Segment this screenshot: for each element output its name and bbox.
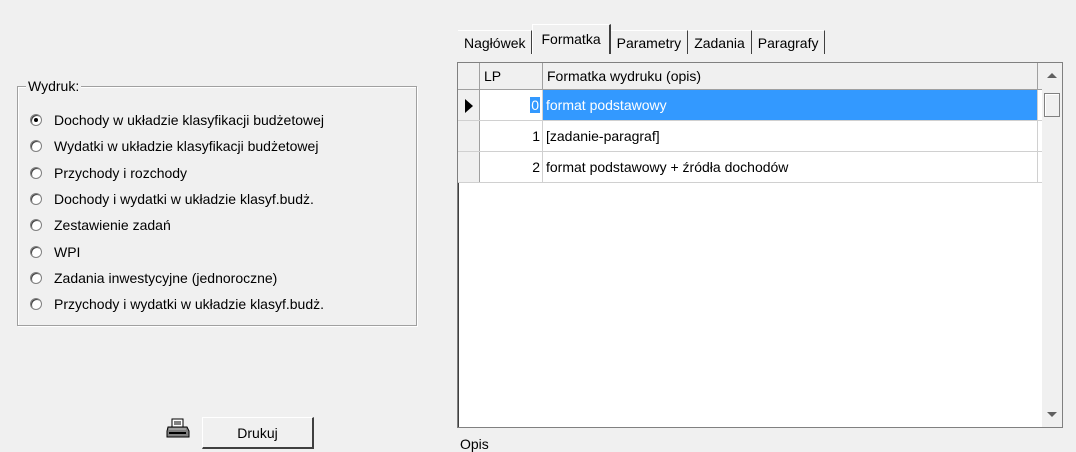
radio-button[interactable] bbox=[30, 298, 42, 311]
radio-label: Dochody w układzie klasyfikacji budżetow… bbox=[54, 112, 325, 129]
table-row[interactable]: 0 format podstawowy bbox=[458, 90, 1062, 121]
radio-label: Przychody i wydatki w układzie klasyf.bu… bbox=[54, 296, 324, 313]
radio-label: Zadania inwestycyjne (jednoroczne) bbox=[54, 269, 278, 286]
print-button-label: Drukuj bbox=[237, 425, 278, 441]
radio-button[interactable] bbox=[30, 193, 42, 206]
row-indicator bbox=[458, 90, 480, 120]
radio-button[interactable] bbox=[30, 166, 42, 179]
row-indicator bbox=[458, 121, 480, 151]
cell-lp-value: 2 bbox=[532, 159, 540, 175]
radio-label: Dochody i wydatki w układzie klasyf.budż… bbox=[54, 191, 314, 208]
radio-option[interactable]: Zestawienie zadań bbox=[30, 212, 324, 238]
scroll-up-icon[interactable] bbox=[1047, 73, 1057, 78]
radio-option[interactable]: Przychody i rozchody bbox=[30, 160, 324, 186]
radio-button[interactable] bbox=[30, 245, 42, 258]
cell-lp[interactable]: 1 bbox=[480, 121, 543, 151]
cell-lp-value: 1 bbox=[532, 128, 540, 144]
radio-label: Zestawienie zadań bbox=[54, 217, 171, 234]
radio-option[interactable]: Przychody i wydatki w układzie klasyf.bu… bbox=[30, 291, 324, 317]
grid-header: LP Formatka wydruku (opis) bbox=[458, 63, 1062, 90]
tab-zadania[interactable]: Zadania bbox=[688, 30, 752, 54]
table-row[interactable]: 1 [zadanie-paragraf] bbox=[458, 121, 1062, 152]
print-type-group: Wydruk: Dochody w układzie klasyfikacji … bbox=[17, 78, 417, 326]
tab-parametry[interactable]: Parametry bbox=[610, 30, 689, 54]
group-title: Wydruk: bbox=[26, 78, 82, 94]
radio-button[interactable] bbox=[30, 140, 42, 153]
radio-label: WPI bbox=[54, 243, 81, 260]
tab-strip: Nagłówek Formatka Parametry Zadania Para… bbox=[458, 22, 826, 54]
row-indicator bbox=[458, 152, 480, 182]
radio-label: Wydatki w układzie klasyfikacji budżetow… bbox=[54, 138, 319, 155]
cell-desc[interactable]: format podstawowy bbox=[543, 90, 1038, 120]
print-button[interactable]: Drukuj bbox=[202, 417, 314, 449]
cell-lp-value: 0 bbox=[530, 97, 540, 113]
tab-formatka[interactable]: Formatka bbox=[532, 24, 611, 54]
table-row[interactable]: 2 format podstawowy + źródła dochodów bbox=[458, 152, 1062, 183]
radio-option[interactable]: Dochody i wydatki w układzie klasyf.budż… bbox=[30, 186, 324, 212]
header-indicator bbox=[458, 63, 480, 89]
tab-paragrafy[interactable]: Paragrafy bbox=[751, 30, 826, 54]
column-header-desc[interactable]: Formatka wydruku (opis) bbox=[543, 63, 1038, 89]
column-header-lp[interactable]: LP bbox=[480, 63, 543, 89]
row-pointer-icon bbox=[465, 99, 473, 113]
radio-option[interactable]: Dochody w układzie klasyfikacji budżetow… bbox=[30, 107, 324, 133]
radio-label: Przychody i rozchody bbox=[54, 164, 188, 181]
cell-lp[interactable]: 2 bbox=[480, 152, 543, 182]
radio-button[interactable] bbox=[30, 114, 42, 127]
cell-desc[interactable]: [zadanie-paragraf] bbox=[543, 121, 1038, 151]
cell-desc[interactable]: format podstawowy + źródła dochodów bbox=[543, 152, 1038, 182]
radio-list: Dochody w układzie klasyfikacji budżetow… bbox=[30, 107, 324, 317]
scroll-thumb[interactable] bbox=[1044, 93, 1060, 117]
scroll-down-icon[interactable] bbox=[1047, 412, 1057, 417]
radio-button[interactable] bbox=[30, 271, 42, 284]
description-label: Opis bbox=[460, 436, 489, 452]
radio-option[interactable]: WPI bbox=[30, 238, 324, 264]
format-grid[interactable]: LP Formatka wydruku (opis) 0 format pods… bbox=[457, 62, 1063, 428]
radio-button[interactable] bbox=[30, 219, 42, 232]
tab-naglowek[interactable]: Nagłówek bbox=[458, 30, 533, 54]
printer-icon bbox=[166, 418, 190, 438]
radio-option[interactable]: Zadania inwestycyjne (jednoroczne) bbox=[30, 265, 324, 291]
vertical-scrollbar[interactable] bbox=[1042, 63, 1062, 427]
cell-lp[interactable]: 0 bbox=[480, 90, 543, 120]
radio-option[interactable]: Wydatki w układzie klasyfikacji budżetow… bbox=[30, 133, 324, 159]
